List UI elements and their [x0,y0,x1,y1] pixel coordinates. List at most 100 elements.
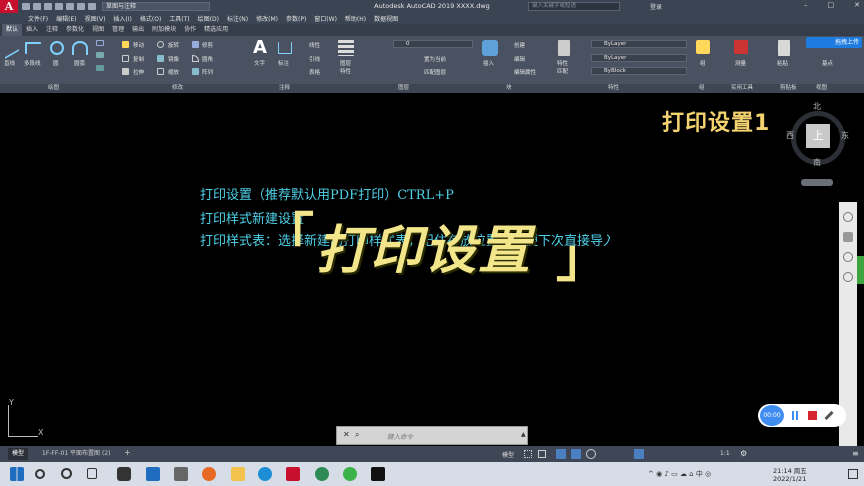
pen-icon[interactable] [824,410,834,421]
add-layout-icon[interactable]: + [124,448,131,457]
menu-dimension[interactable]: 标注(N) [227,14,248,23]
clock-date[interactable]: 2022/1/21 [773,475,806,483]
scale-button[interactable]: 缩放 [168,68,179,76]
menu-format[interactable]: 格式(O) [140,14,161,23]
save-icon[interactable] [44,3,52,10]
redo-icon[interactable] [88,3,96,10]
saveas-icon[interactable] [55,3,63,10]
clock-time[interactable]: 21:14 周五 [773,465,807,475]
osnap-icon[interactable] [586,449,596,459]
edge-icon[interactable] [258,467,272,481]
workspace-switch-icon[interactable]: ⚙ [740,449,747,458]
menu-parametric[interactable]: 参数(P) [286,14,306,23]
measure-button[interactable]: 测量 [735,59,746,67]
snap-icon[interactable] [538,450,546,458]
panel-layers[interactable]: 图层 [398,84,409,93]
tab-insert[interactable]: 插入 [22,24,42,36]
create-block-button[interactable]: 创建 [514,41,525,49]
nav-orbit-icon[interactable] [843,272,853,282]
tab-output[interactable]: 输出 [128,24,148,36]
edit-block-button[interactable]: 编辑 [514,55,525,63]
minimize-icon[interactable]: – [804,1,808,9]
status-model-label[interactable]: 模型 [502,450,514,459]
media-player-icon[interactable] [174,467,188,481]
panel-annotation[interactable]: 注释 [279,84,290,93]
capcut-icon[interactable] [371,467,385,481]
arc-icon[interactable] [72,41,88,55]
autocad-logo-icon[interactable]: A [0,0,18,13]
file-explorer-icon[interactable] [231,467,245,481]
panel-groups[interactable]: 组 [699,84,705,93]
lineweight-icon[interactable] [634,449,644,459]
mail-icon[interactable] [146,467,160,481]
polyline-icon[interactable] [25,42,41,54]
fillet-button[interactable]: 圆角 [202,55,213,63]
linear-button[interactable]: 线性 [309,41,320,49]
search-taskbar-icon[interactable] [35,469,45,479]
open-icon[interactable] [33,3,41,10]
viewcube-east[interactable]: 东 [841,130,849,141]
hatch-icon[interactable] [96,52,104,58]
cortana-icon[interactable] [61,468,72,479]
undo-icon[interactable] [77,3,85,10]
wechat-icon[interactable] [343,467,357,481]
tab-annotate[interactable]: 注释 [42,24,62,36]
firefox-icon[interactable] [202,467,216,481]
gradient-icon[interactable] [96,65,104,71]
dimension-icon[interactable] [278,42,292,54]
group-icon[interactable] [696,40,710,54]
trim-button[interactable]: 修剪 [202,41,213,49]
menu-edit[interactable]: 编辑(E) [56,14,76,23]
customize-command-icon[interactable]: ⌕ [355,430,359,440]
panel-view[interactable]: 视图 [816,84,827,93]
tab-featured[interactable]: 精选应用 [200,24,232,36]
match-layer-button[interactable]: 匹配图层 [424,68,446,76]
lineweight-dropdown[interactable]: ByBlock [591,67,687,75]
match-properties-icon[interactable] [558,40,570,56]
circle-icon[interactable] [50,41,64,55]
set-current-button[interactable]: 置为当前 [424,55,446,63]
stop-icon[interactable] [808,411,817,420]
copy-button[interactable]: 复制 [133,55,144,63]
windows-start-icon[interactable] [10,467,24,481]
panel-draw[interactable]: 绘图 [48,84,59,93]
workspace-dropdown[interactable]: 草图与注释 [102,2,210,11]
tab-parametric[interactable]: 参数化 [62,24,88,36]
panel-block[interactable]: 块 [506,84,512,93]
line-button[interactable]: 直线 [4,59,15,67]
slack-icon[interactable] [117,467,131,481]
panel-properties[interactable]: 特性 [608,84,619,93]
group-button[interactable]: 组 [700,59,706,67]
panel-clipboard[interactable]: 剪贴板 [780,84,797,93]
menu-dataview[interactable]: 数据视图 [374,14,398,23]
menu-draw[interactable]: 绘图(D) [198,14,219,23]
app-icon[interactable] [315,467,329,481]
tab-model[interactable]: 模型 [8,448,29,460]
panel-utilities[interactable]: 实用工具 [731,84,753,93]
polyline-button[interactable]: 多段线 [24,59,41,67]
grid-icon[interactable] [524,450,532,458]
scroll-thumb[interactable] [857,256,864,284]
edit-attributes-button[interactable]: 编辑属性 [514,68,536,76]
insert-block-icon[interactable] [482,40,498,56]
line-icon[interactable] [5,36,19,60]
menu-tools[interactable]: 工具(T) [169,14,189,23]
autocad-taskbar-icon[interactable] [286,467,300,481]
menu-insert[interactable]: 插入(I) [113,14,131,23]
close-command-icon[interactable]: ✕ [343,430,350,439]
menu-view[interactable]: 视图(V) [85,14,106,23]
color-dropdown[interactable]: ByLayer [591,40,687,48]
mirror-button[interactable]: 镜像 [168,55,179,63]
rotate-button[interactable]: 旋转 [168,41,179,49]
new-icon[interactable] [22,3,30,10]
tray-icons[interactable]: ^ ◉ ♪ ▭ ☁ ⌂ 中 ◎ [648,469,763,479]
maximize-icon[interactable]: □ [828,1,835,9]
paste-button[interactable]: 粘贴 [777,59,788,67]
base-point-button[interactable]: 基点 [822,59,833,67]
annotation-scale[interactable]: 1:1 [720,450,730,457]
command-input[interactable]: 键入命令 [387,431,413,441]
arc-button[interactable]: 圆弧 [74,59,85,67]
menu-file[interactable]: 文件(F) [28,14,48,23]
match-properties-button[interactable]: 特性匹配 [557,59,571,75]
text-icon[interactable]: A [253,38,269,58]
